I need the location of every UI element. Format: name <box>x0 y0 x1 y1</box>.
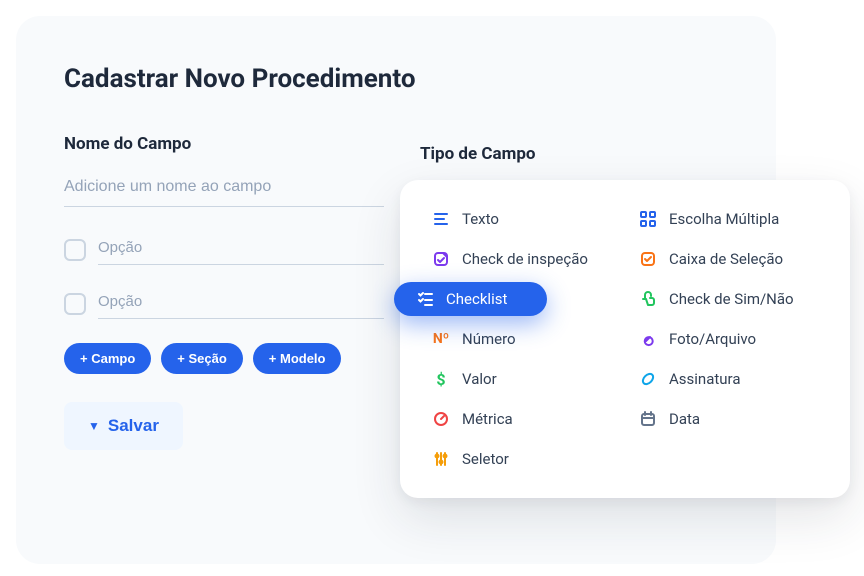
type-item-label: Métrica <box>462 410 513 428</box>
type-item-value[interactable]: $ Valor <box>422 362 621 396</box>
file-icon <box>639 330 657 348</box>
selector-icon <box>432 450 450 468</box>
chevron-down-icon: ▼ <box>88 419 100 433</box>
signature-icon <box>639 370 657 388</box>
type-item-yesno[interactable]: Check de Sim/Não <box>629 282 828 316</box>
option-input-2[interactable] <box>98 289 384 319</box>
option-row-2 <box>64 289 384 319</box>
add-campo-button[interactable]: + Campo <box>64 343 151 374</box>
type-item-text[interactable]: Texto <box>422 202 621 236</box>
type-item-selector[interactable]: Seletor <box>422 442 621 476</box>
field-type-popover: Texto Check de inspeção Checklist Nº Número $… <box>400 180 850 498</box>
type-item-multichoice[interactable]: Escolha Múltipla <box>629 202 828 236</box>
page-title: Cadastrar Novo Procedimento <box>64 64 728 94</box>
type-item-label: Número <box>462 330 516 348</box>
option-row-1 <box>64 235 384 265</box>
left-column: Nome do Campo + Campo + Seção + Modelo ▼… <box>64 134 384 450</box>
type-item-inspect[interactable]: Check de inspeção <box>422 242 621 276</box>
option-input-1[interactable] <box>98 235 384 265</box>
pill-row: + Campo + Seção + Modelo <box>64 343 384 374</box>
add-modelo-button[interactable]: + Modelo <box>253 343 342 374</box>
type-item-label: Checklist <box>446 290 507 308</box>
save-button[interactable]: ▼ Salvar <box>64 402 183 450</box>
field-name-input[interactable] <box>64 172 384 207</box>
type-item-date[interactable]: Data <box>629 402 828 436</box>
metric-icon <box>432 410 450 428</box>
checklist-icon <box>416 290 434 308</box>
text-icon <box>432 210 450 228</box>
type-item-checkbox[interactable]: Caixa de Seleção <box>629 242 828 276</box>
type-item-label: Escolha Múltipla <box>669 210 779 228</box>
field-type-label: Tipo de Campo <box>420 144 536 164</box>
type-item-label: Texto <box>462 210 499 228</box>
type-column-left: Texto Check de inspeção Checklist Nº Número $… <box>422 202 621 476</box>
type-item-label: Check de inspeção <box>462 250 588 268</box>
add-secao-button[interactable]: + Seção <box>161 343 243 374</box>
type-item-checklist[interactable]: Checklist <box>394 282 547 316</box>
type-item-signature[interactable]: Assinatura <box>629 362 828 396</box>
type-item-metric[interactable]: Métrica <box>422 402 621 436</box>
type-item-label: Valor <box>462 370 497 388</box>
type-item-label: Caixa de Seleção <box>669 250 783 268</box>
multichoice-icon <box>639 210 657 228</box>
yesno-icon <box>639 290 657 308</box>
type-item-file[interactable]: Foto/Arquivo <box>629 322 828 356</box>
save-button-label: Salvar <box>108 416 159 436</box>
type-item-label: Foto/Arquivo <box>669 330 756 348</box>
type-item-label: Check de Sim/Não <box>669 290 794 308</box>
option-checkbox[interactable] <box>64 293 86 315</box>
option-checkbox[interactable] <box>64 239 86 261</box>
type-item-label: Seletor <box>462 450 509 468</box>
field-name-label: Nome do Campo <box>64 134 384 154</box>
inspect-icon <box>432 250 450 268</box>
number-icon: Nº <box>432 330 450 348</box>
type-column-right: Escolha Múltipla Caixa de Seleção Check de… <box>629 202 828 476</box>
date-icon <box>639 410 657 428</box>
value-icon: $ <box>432 370 450 388</box>
checkbox-icon <box>639 250 657 268</box>
type-item-label: Assinatura <box>669 370 740 388</box>
type-item-number[interactable]: Nº Número <box>422 322 621 356</box>
type-item-label: Data <box>669 410 700 428</box>
